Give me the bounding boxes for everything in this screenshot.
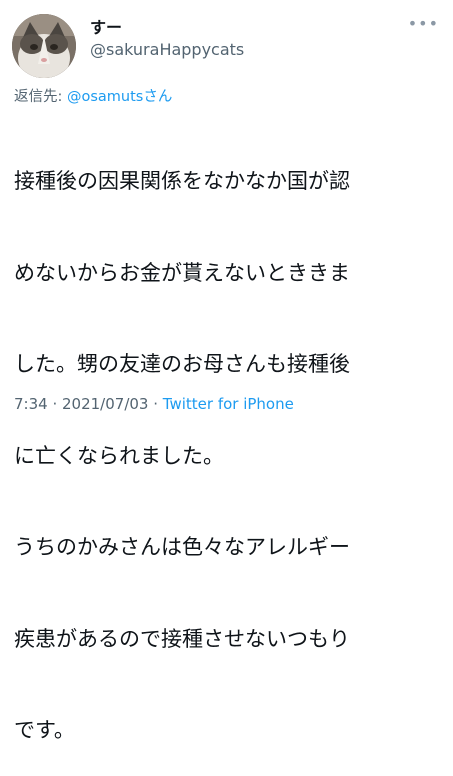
reply-prefix: 返信先: [14, 89, 67, 105]
user-handle[interactable]: @sakuraHappycats [90, 40, 244, 59]
tweet-line: 疾患があるので接種させないつもり [14, 626, 350, 651]
reply-to: 返信先: @osamutsさん [14, 85, 172, 106]
tweet-line: うちのかみさんは色々なアレルギー [14, 535, 350, 559]
display-name[interactable]: すー [90, 14, 122, 38]
meta-separator: · [148, 395, 163, 413]
tweet-line: に亡くなられました。 [14, 443, 224, 468]
tweet-text: 接種後の因果関係をなかなか国が認 めないからお金が貰えないとききま した。甥の友… [14, 105, 444, 776]
reply-mention-link[interactable]: @osamutsさん [67, 89, 172, 105]
tweet-line: 接種後の因果関係をなかなか国が認 [14, 169, 350, 193]
tweet-meta: 7:34 · 2021/07/03 · Twitter for iPhone [14, 395, 294, 413]
tweet-line: です。 [14, 718, 75, 742]
tweet-date[interactable]: 2021/07/03 [62, 395, 148, 413]
tweet-time[interactable]: 7:34 [14, 395, 48, 413]
tweet-source-link[interactable]: Twitter for iPhone [163, 395, 294, 413]
meta-separator: · [47, 395, 62, 413]
avatar[interactable] [12, 14, 76, 78]
tweet-line: めないからお金が貰えないとききま [14, 260, 350, 285]
tweet-line: した。甥の友達のお母さんも接種後 [14, 352, 350, 376]
cat-avatar-icon [12, 14, 76, 78]
more-dots-icon[interactable]: ••• [408, 14, 439, 33]
